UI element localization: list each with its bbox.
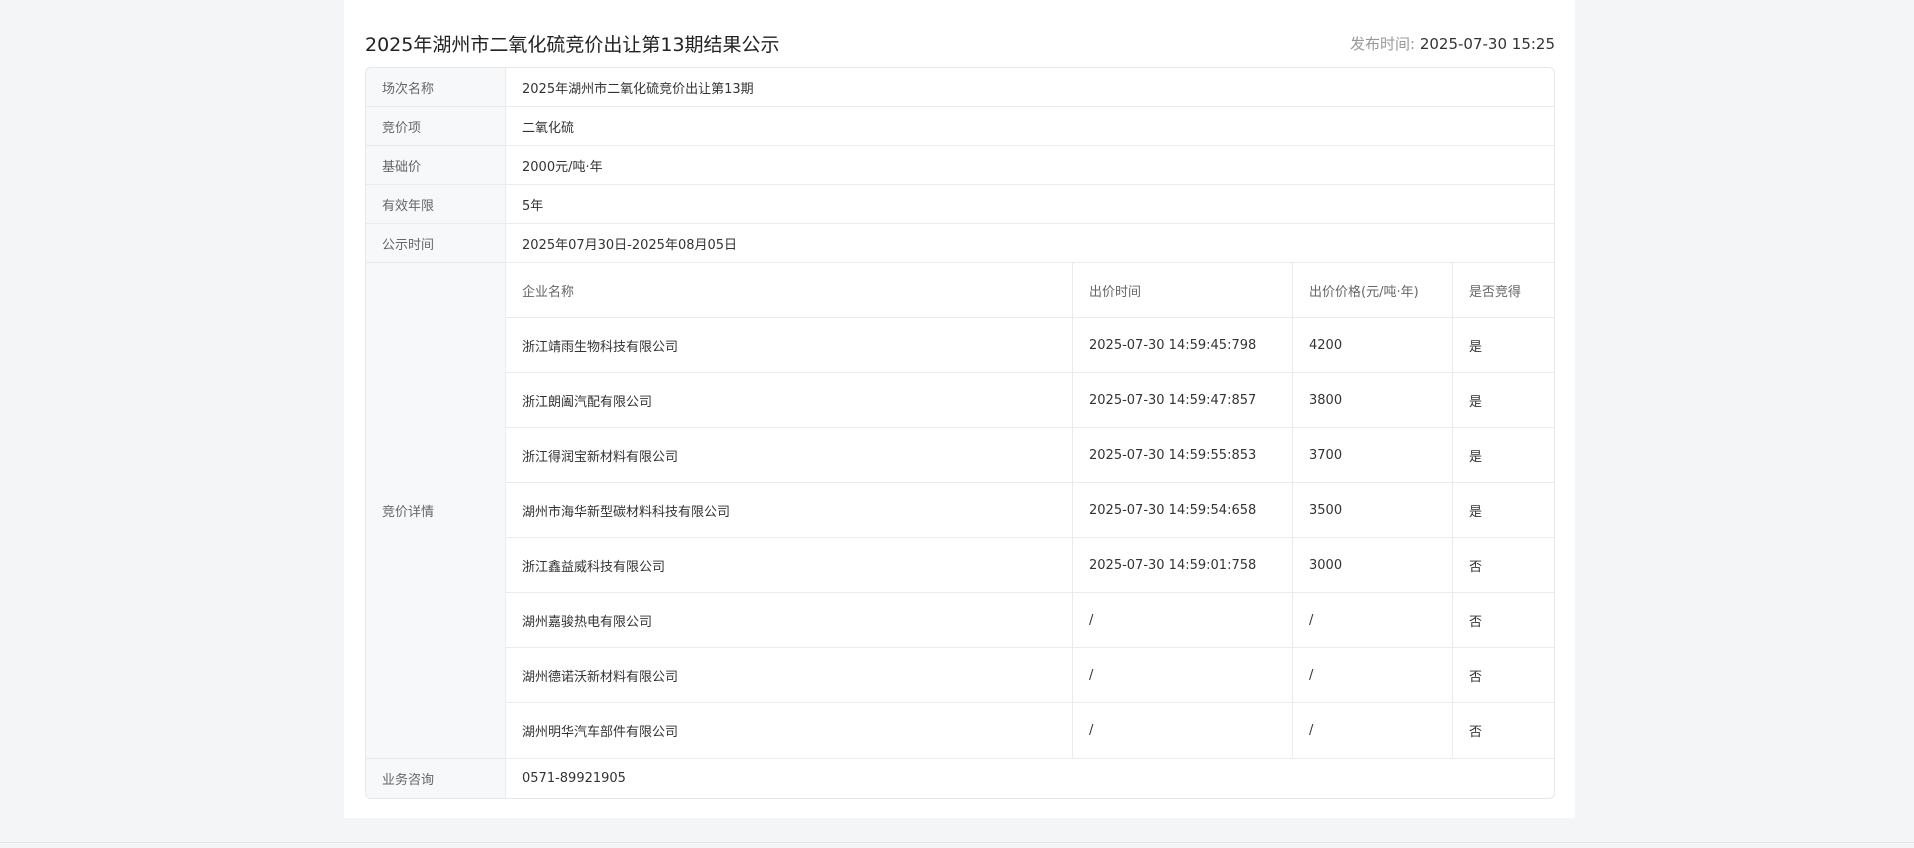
publicity-label: 公示时间 — [366, 224, 506, 262]
won-cell: 否 — [1469, 559, 1483, 575]
bid-price-cell: 4200 — [1293, 318, 1453, 372]
session-label: 场次名称 — [366, 68, 506, 106]
item-label: 竞价项 — [366, 107, 506, 145]
company-cell: 浙江鑫益威科技有限公司 — [506, 538, 1073, 592]
bid-time-cell: 2025-07-30 14:59:54:658 — [1073, 483, 1293, 537]
bid-price-cell: / — [1293, 648, 1453, 702]
info-row-bid-detail: 竞价详情 企业名称 出价时间 出价价格(元/吨·年) 是否竞得 浙江靖雨生物科技… — [366, 263, 1554, 759]
header-company: 企业名称 — [506, 263, 1073, 317]
company-cell: 浙江得润宝新材料有限公司 — [506, 428, 1073, 482]
bid-price-cell: 3000 — [1293, 538, 1453, 592]
publicity-value: 2025年07月30日-2025年08月05日 — [522, 237, 738, 253]
company-cell: 湖州市海华新型碳材料科技有限公司 — [506, 483, 1073, 537]
company-cell: 浙江靖雨生物科技有限公司 — [506, 318, 1073, 372]
contact-value: 0571-89921905 — [522, 771, 626, 786]
publish-time-value: 2025-07-30 15:25 — [1419, 35, 1555, 53]
won-cell: 是 — [1469, 504, 1483, 520]
session-value: 2025年湖州市二氧化硫竞价出让第13期 — [522, 81, 754, 97]
won-cell: 否 — [1469, 669, 1483, 685]
bid-price-cell: / — [1293, 593, 1453, 647]
bid-time-cell: / — [1073, 703, 1293, 758]
info-table: 场次名称 2025年湖州市二氧化硫竞价出让第13期 竞价项 二氧化硫 基础价 2… — [365, 67, 1555, 799]
info-row-base-price: 基础价 2000元/吨·年 — [366, 146, 1554, 185]
result-card: 2025年湖州市二氧化硫竞价出让第13期结果公示 发布时间: 2025-07-3… — [344, 0, 1575, 818]
won-cell: 否 — [1469, 725, 1483, 740]
page-title: 2025年湖州市二氧化硫竞价出让第13期结果公示 — [365, 34, 780, 56]
info-row-contact: 业务咨询 0571-89921905 — [366, 759, 1554, 798]
publish-time: 发布时间: 2025-07-30 15:25 — [1350, 33, 1555, 54]
page-header: 2025年湖州市二氧化硫竞价出让第13期结果公示 发布时间: 2025-07-3… — [365, 28, 1555, 58]
info-row-publicity: 公示时间 2025年07月30日-2025年08月05日 — [366, 224, 1554, 263]
won-cell: 是 — [1469, 339, 1483, 355]
header-bid-time: 出价时间 — [1073, 263, 1293, 317]
bid-time-cell: 2025-07-30 14:59:45:798 — [1073, 318, 1293, 372]
footer-divider — [0, 842, 1914, 843]
won-cell: 是 — [1469, 394, 1483, 410]
won-cell: 是 — [1469, 449, 1483, 465]
publish-time-label: 发布时间: — [1350, 35, 1420, 53]
info-row-item: 竞价项 二氧化硫 — [366, 107, 1554, 146]
bid-price-cell: 3500 — [1293, 483, 1453, 537]
bid-time-cell: / — [1073, 593, 1293, 647]
bid-price-cell: / — [1293, 703, 1453, 758]
table-row: 湖州市海华新型碳材料科技有限公司 2025-07-30 14:59:54:658… — [506, 483, 1554, 538]
company-cell: 湖州明华汽车部件有限公司 — [506, 703, 1073, 758]
bid-time-cell: 2025-07-30 14:59:55:853 — [1073, 428, 1293, 482]
bid-time-cell: / — [1073, 648, 1293, 702]
table-row: 湖州明华汽车部件有限公司 / / 否 — [506, 703, 1554, 758]
bid-table: 企业名称 出价时间 出价价格(元/吨·年) 是否竞得 浙江靖雨生物科技有限公司 … — [506, 263, 1554, 758]
info-row-session: 场次名称 2025年湖州市二氧化硫竞价出让第13期 — [366, 68, 1554, 107]
company-cell: 浙江朗阖汽配有限公司 — [506, 373, 1073, 427]
bid-time-cell: 2025-07-30 14:59:47:857 — [1073, 373, 1293, 427]
bid-price-cell: 3800 — [1293, 373, 1453, 427]
item-value: 二氧化硫 — [522, 120, 575, 136]
header-won: 是否竞得 — [1469, 284, 1522, 300]
valid-years-value: 5年 — [522, 198, 544, 214]
table-row: 浙江鑫益威科技有限公司 2025-07-30 14:59:01:758 3000… — [506, 538, 1554, 593]
bid-price-cell: 3700 — [1293, 428, 1453, 482]
table-row: 浙江朗阖汽配有限公司 2025-07-30 14:59:47:857 3800 … — [506, 373, 1554, 428]
header-bid-price: 出价价格(元/吨·年) — [1293, 263, 1453, 317]
table-row: 湖州德诺沃新材料有限公司 / / 否 — [506, 648, 1554, 703]
bid-time-cell: 2025-07-30 14:59:01:758 — [1073, 538, 1293, 592]
base-price-value: 2000元/吨·年 — [522, 159, 603, 175]
company-cell: 湖州德诺沃新材料有限公司 — [506, 648, 1073, 702]
company-cell: 湖州嘉骏热电有限公司 — [506, 593, 1073, 647]
bid-table-header: 企业名称 出价时间 出价价格(元/吨·年) 是否竞得 — [506, 263, 1554, 318]
base-price-label: 基础价 — [366, 146, 506, 184]
table-row: 浙江得润宝新材料有限公司 2025-07-30 14:59:55:853 370… — [506, 428, 1554, 483]
table-row: 湖州嘉骏热电有限公司 / / 否 — [506, 593, 1554, 648]
info-row-valid-years: 有效年限 5年 — [366, 185, 1554, 224]
table-row: 浙江靖雨生物科技有限公司 2025-07-30 14:59:45:798 420… — [506, 318, 1554, 373]
valid-years-label: 有效年限 — [366, 185, 506, 223]
contact-label: 业务咨询 — [366, 759, 506, 798]
bid-detail-label: 竞价详情 — [366, 263, 506, 758]
won-cell: 否 — [1469, 614, 1483, 630]
